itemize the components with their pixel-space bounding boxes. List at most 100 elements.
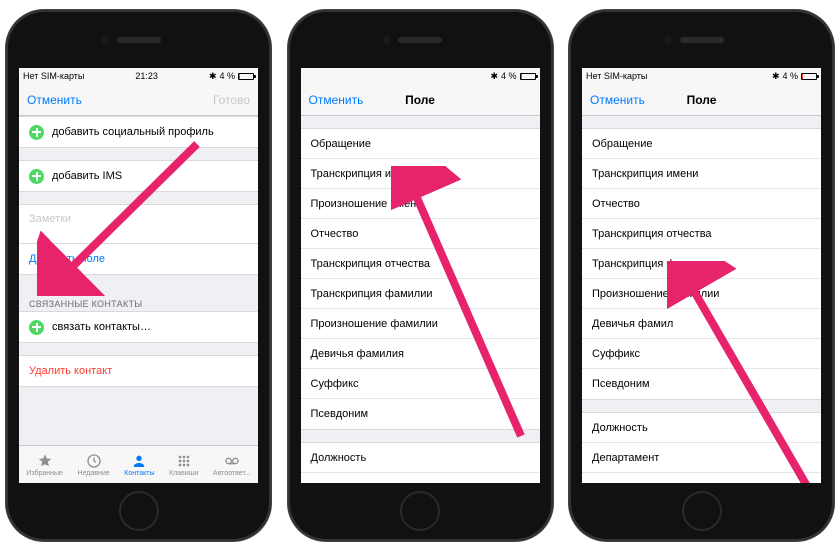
list-item[interactable]: Суффикс bbox=[582, 339, 821, 369]
field-group-1: Обращение Транскрипция имени Отчество Тр… bbox=[582, 128, 821, 400]
content: Обращение Транскрипция имени Произношени… bbox=[301, 116, 540, 483]
content: Обращение Транскрипция имени Отчество Тр… bbox=[582, 116, 821, 483]
list-item[interactable]: Департамент bbox=[301, 473, 540, 483]
carrier-label: Нет SIM-карты bbox=[586, 71, 647, 81]
notes-placeholder: Заметки bbox=[29, 213, 71, 225]
star-icon bbox=[36, 453, 54, 469]
battery-icon bbox=[801, 73, 817, 80]
item-label: Псевдоним bbox=[311, 408, 369, 420]
navbar: Отменить Готово bbox=[19, 84, 258, 116]
phone-camera bbox=[664, 36, 672, 44]
tab-label: Автоответ... bbox=[213, 470, 251, 477]
plus-icon bbox=[29, 125, 44, 140]
phone-3: Нет SIM-карты ✱ 4 % Отменить Поле Обраще… bbox=[569, 10, 834, 541]
item-label: Произношение фамилии bbox=[311, 318, 438, 330]
status-bar: Нет SIM-карты 21:23 ✱ 4 % bbox=[19, 68, 258, 84]
item-label: Произношение имени bbox=[311, 198, 423, 210]
list-item[interactable]: Произношение имени bbox=[301, 189, 540, 219]
list-item[interactable]: Отчество bbox=[301, 219, 540, 249]
list-item[interactable]: Обращение bbox=[582, 129, 821, 159]
field-group-1: Обращение Транскрипция имени Произношени… bbox=[301, 128, 540, 430]
item-label: Должность bbox=[311, 452, 367, 464]
list-item[interactable]: Транскрипция названия компании bbox=[582, 473, 821, 483]
row-label: добавить социальный профиль bbox=[52, 126, 214, 138]
list-item[interactable]: Произношение фамилии bbox=[582, 279, 821, 309]
item-label: Отчество bbox=[311, 228, 359, 240]
delete-contact-button[interactable]: Удалить контакт bbox=[19, 356, 258, 386]
screen: ✱ 4 % Отменить Поле Обращение Транскрипц… bbox=[301, 68, 540, 483]
clock-icon bbox=[85, 453, 103, 469]
list-item[interactable]: Транскрипция имени bbox=[582, 159, 821, 189]
item-label: Транскрипция названия компании bbox=[592, 482, 766, 483]
item-label: Суффикс bbox=[592, 348, 640, 360]
phone-speaker bbox=[680, 37, 724, 43]
screen: Нет SIM-карты 21:23 ✱ 4 % Отменить Готов… bbox=[19, 68, 258, 483]
list-item[interactable]: Должность bbox=[301, 443, 540, 473]
clock: 21:23 bbox=[135, 71, 158, 81]
list-item[interactable]: Транскрипция отчества bbox=[582, 219, 821, 249]
link-contacts-row[interactable]: связать контакты… bbox=[19, 312, 258, 342]
list-item[interactable]: Транскрипция имени bbox=[301, 159, 540, 189]
cancel-button[interactable]: Отменить bbox=[309, 93, 364, 107]
list-item[interactable]: Департамент bbox=[582, 443, 821, 473]
done-button[interactable]: Готово bbox=[213, 93, 250, 107]
screen: Нет SIM-карты ✱ 4 % Отменить Поле Обраще… bbox=[582, 68, 821, 483]
status-bar: ✱ 4 % bbox=[301, 68, 540, 84]
add-field-button[interactable]: Добавить поле bbox=[19, 244, 258, 274]
cancel-button[interactable]: Отменить bbox=[27, 93, 82, 107]
tab-recents[interactable]: Недавние bbox=[78, 453, 110, 477]
list-item[interactable]: Произношение фамилии bbox=[301, 309, 540, 339]
row-label: Удалить контакт bbox=[29, 365, 112, 377]
list-item[interactable]: Суффикс bbox=[301, 369, 540, 399]
bluetooth-icon: ✱ bbox=[772, 71, 780, 82]
phone-camera bbox=[101, 36, 109, 44]
list-item[interactable]: Девичья фамил bbox=[582, 309, 821, 339]
item-label: Девичья фамилия bbox=[311, 348, 404, 360]
home-button[interactable] bbox=[682, 491, 722, 531]
battery-pct: 4 % bbox=[501, 71, 517, 81]
list-item[interactable]: Отчество bbox=[582, 189, 821, 219]
carrier-label: Нет SIM-карты bbox=[23, 71, 84, 81]
battery-icon bbox=[238, 73, 254, 80]
home-button[interactable] bbox=[119, 491, 159, 531]
list-item[interactable]: Обращение bbox=[301, 129, 540, 159]
battery-icon bbox=[520, 73, 536, 80]
field-group-2: Должность Департамент Транскрипция назва… bbox=[301, 442, 540, 483]
phone-speaker bbox=[117, 37, 161, 43]
notes-field[interactable]: Заметки bbox=[19, 204, 258, 244]
tab-favorites[interactable]: Избранные bbox=[26, 453, 63, 477]
phone-camera bbox=[383, 36, 391, 44]
list-item[interactable]: Транскрипция отчества bbox=[301, 249, 540, 279]
battery-pct: 4 % bbox=[219, 71, 235, 81]
row-label: Добавить поле bbox=[29, 253, 105, 265]
item-label: Суффикс bbox=[311, 378, 359, 390]
tab-voicemail[interactable]: Автоответ... bbox=[213, 453, 251, 477]
home-button[interactable] bbox=[400, 491, 440, 531]
cancel-button[interactable]: Отменить bbox=[590, 93, 645, 107]
item-label: Транскрипция фамилии bbox=[311, 288, 433, 300]
status-bar: Нет SIM-карты ✱ 4 % bbox=[582, 68, 821, 84]
phone-1: Нет SIM-карты 21:23 ✱ 4 % Отменить Готов… bbox=[6, 10, 271, 541]
phone-speaker bbox=[398, 37, 442, 43]
list-item[interactable]: Должность bbox=[582, 413, 821, 443]
item-label: Департамент bbox=[311, 482, 378, 484]
list-item[interactable]: Девичья фамилия bbox=[301, 339, 540, 369]
list-item[interactable]: Транскрипция фамилии bbox=[582, 249, 821, 279]
item-label: Должность bbox=[592, 422, 648, 434]
person-icon bbox=[130, 453, 148, 469]
content: добавить социальный профиль добавить IMS… bbox=[19, 116, 258, 445]
item-label: Отчество bbox=[592, 198, 640, 210]
tab-label: Недавние bbox=[78, 470, 110, 477]
list-item[interactable]: Псевдоним bbox=[301, 399, 540, 429]
item-label: Обращение bbox=[592, 138, 652, 150]
item-label: Транскрипция имени bbox=[311, 168, 417, 180]
list-item[interactable]: Псевдоним bbox=[582, 369, 821, 399]
tab-keypad[interactable]: Клавиши bbox=[169, 453, 198, 477]
item-label: Псевдоним bbox=[592, 378, 650, 390]
bluetooth-icon: ✱ bbox=[490, 71, 498, 82]
tab-bar: Избранные Недавние Контакты Клавиши Авто… bbox=[19, 445, 258, 483]
tab-contacts[interactable]: Контакты bbox=[124, 453, 154, 477]
add-social-row[interactable]: добавить социальный профиль bbox=[19, 117, 258, 147]
list-item[interactable]: Транскрипция фамилии bbox=[301, 279, 540, 309]
add-ims-row[interactable]: добавить IMS bbox=[19, 161, 258, 191]
